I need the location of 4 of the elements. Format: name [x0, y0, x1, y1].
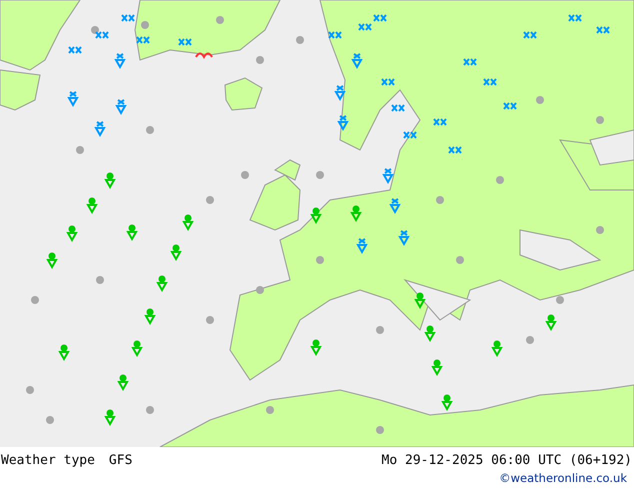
- credit-link[interactable]: ©weatheronline.co.uk: [499, 471, 627, 485]
- model-name: GFS: [108, 453, 132, 468]
- valid-time: Mo 29-12-2025 06:00 UTC (06+192): [382, 453, 632, 468]
- map-title: Weather type: [1, 453, 95, 468]
